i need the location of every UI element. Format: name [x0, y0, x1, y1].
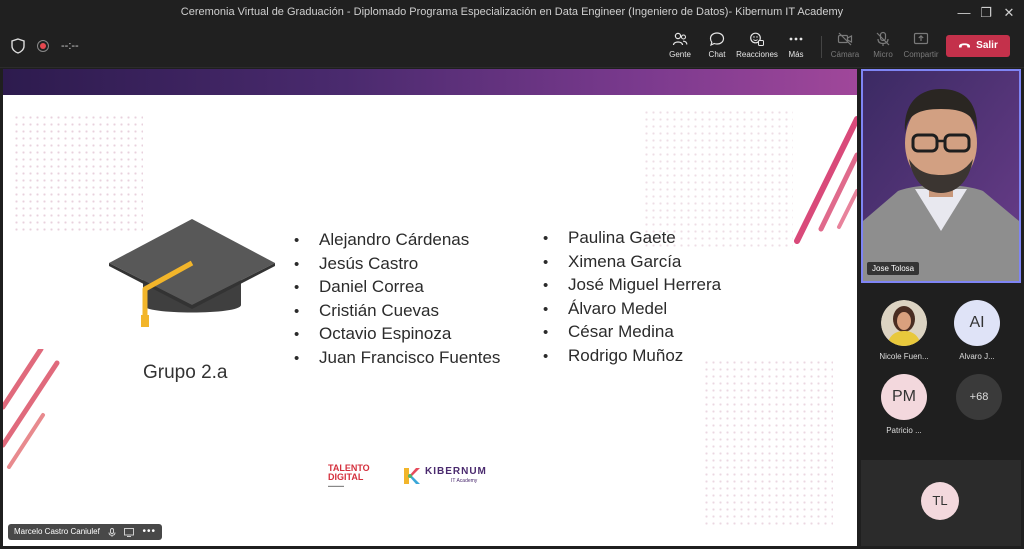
- list-item: Rodrigo Muñoz: [543, 344, 721, 368]
- list-item: Paulina Gaete: [543, 226, 721, 250]
- group-label: Grupo 2.a: [143, 362, 228, 383]
- share-icon: [913, 32, 929, 45]
- avatar: AI: [954, 300, 1000, 346]
- list-item: Alejandro Cárdenas: [294, 228, 500, 252]
- list-item: José Miguel Herrera: [543, 273, 721, 297]
- phone-hangup-icon: [959, 43, 971, 48]
- leave-button[interactable]: Salir: [946, 35, 1010, 57]
- participant-name: Nicole Fuen...: [879, 352, 929, 361]
- meeting-timer: --:--: [61, 40, 79, 52]
- share-button[interactable]: Compartir: [897, 31, 945, 63]
- names-list-1: Alejandro Cárdenas Jesús Castro Daniel C…: [294, 228, 500, 369]
- more-button[interactable]: Más: [772, 31, 820, 63]
- decorative-stripes-right: [794, 116, 857, 244]
- maximize-icon[interactable]: ❐: [976, 4, 996, 22]
- participant-tile[interactable]: AI Alvaro J...: [937, 300, 1017, 372]
- list-item: Cristián Cuevas: [294, 299, 500, 323]
- meeting-toolbar: --:-- Gente Chat Reacciones Más Cámara M…: [0, 26, 1024, 68]
- speaker-name: Jose Tolosa: [867, 262, 920, 275]
- more-options-icon[interactable]: •••: [143, 524, 157, 540]
- avatar: PM: [881, 374, 927, 420]
- dot-pattern: [13, 114, 143, 234]
- more-icon: [789, 37, 803, 41]
- slide-header-band: [3, 69, 857, 95]
- presenter-nametag: Marcelo Castro Caniulef •••: [8, 524, 163, 540]
- mic-icon: [108, 527, 116, 537]
- share-screen-icon: [124, 527, 135, 537]
- list-item: Jesús Castro: [294, 252, 500, 276]
- people-icon: [672, 32, 688, 46]
- window-title: Ceremonia Virtual de Graduación - Diplom…: [180, 6, 844, 18]
- graduation-cap-icon: [109, 219, 275, 327]
- reactions-icon: [750, 32, 764, 46]
- avatar: [881, 300, 927, 346]
- presenter-name: Marcelo Castro Caniulef: [14, 527, 100, 537]
- list-item: Álvaro Medel: [543, 297, 721, 321]
- list-item: Octavio Espinoza: [294, 322, 500, 346]
- self-preview[interactable]: TL: [861, 460, 1021, 546]
- dot-pattern: [703, 359, 833, 529]
- shield-icon[interactable]: [11, 38, 25, 54]
- speaker-video-frame: [863, 71, 1019, 281]
- recording-icon: [37, 40, 49, 52]
- logo-subtext: ▬▬▬▬: [328, 483, 344, 488]
- participant-tile[interactable]: PM Patricio ...: [864, 374, 944, 446]
- list-item: Daniel Correa: [294, 275, 500, 299]
- title-bar: Ceremonia Virtual de Graduación - Diplom…: [0, 0, 1024, 26]
- names-list-2: Paulina Gaete Ximena García José Miguel …: [543, 226, 721, 367]
- chat-icon: [709, 32, 725, 47]
- shared-screen: Grupo 2.a Alejandro Cárdenas Jesús Castr…: [3, 69, 857, 546]
- share-label: Compartir: [903, 50, 939, 59]
- mic-off-icon: [876, 31, 890, 46]
- minimize-icon[interactable]: —: [954, 4, 974, 22]
- kibernum-sub: IT Academy: [451, 478, 478, 484]
- speaker-video[interactable]: Jose Tolosa: [861, 69, 1021, 283]
- leave-label: Salir: [976, 40, 998, 51]
- participant-name: Alvaro J...: [959, 352, 995, 361]
- decorative-stripes-left: [3, 349, 60, 469]
- list-item: César Medina: [543, 320, 721, 344]
- talento-digital-logo: TALENTO DIGITAL ▬▬▬▬: [328, 464, 370, 489]
- kibernum-logo: KIBERNUM IT Academy: [401, 466, 486, 491]
- camera-off-icon: [837, 32, 853, 46]
- kibernum-name: KIBERNUM: [425, 466, 487, 477]
- participant-tile[interactable]: Nicole Fuen...: [864, 300, 944, 372]
- list-item: Juan Francisco Fuentes: [294, 346, 500, 370]
- list-item: Ximena García: [543, 250, 721, 274]
- logo-text: DIGITAL: [328, 472, 364, 482]
- self-avatar: TL: [921, 482, 959, 520]
- close-icon[interactable]: ✕: [999, 4, 1019, 22]
- more-label: Más: [788, 50, 804, 59]
- kibernum-mark-icon: [404, 468, 420, 484]
- more-participants-button[interactable]: +68: [956, 374, 1002, 420]
- participant-name: Patricio ...: [886, 426, 922, 435]
